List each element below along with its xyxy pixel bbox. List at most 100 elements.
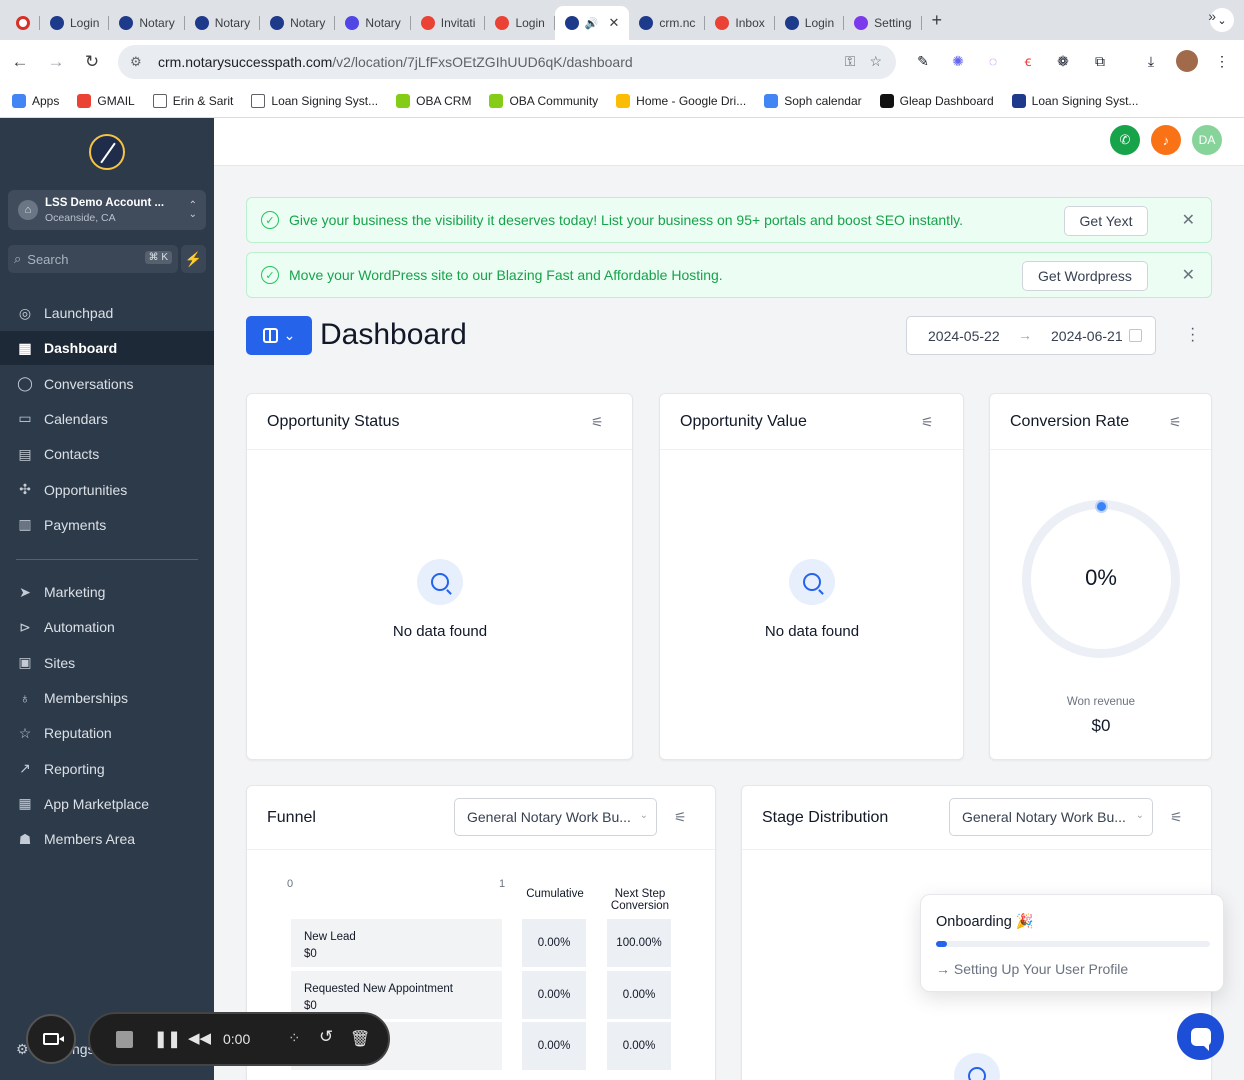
profile-avatar[interactable] — [1176, 50, 1198, 72]
close-tab-icon[interactable]: ✕ — [609, 15, 620, 31]
bookmark-item[interactable]: Home - Google Dri... — [616, 93, 746, 108]
sidebar-item-reporting[interactable]: ↗ Reporting — [0, 752, 214, 786]
sidebar-item-launchpad[interactable]: ◎ Launchpad — [0, 296, 214, 330]
sidebar-item-sites[interactable]: ▣ Sites — [0, 646, 214, 680]
browser-toolbar: ← → ↻ ⚙ crm.notarysuccesspath.com/v2/loc… — [0, 40, 1244, 84]
pipeline-select[interactable]: General Notary Work Bu... ⌄ — [949, 798, 1153, 836]
phone-button[interactable]: ✆ — [1110, 125, 1140, 155]
pipeline-select-value: General Notary Work Bu... — [467, 809, 631, 825]
extension-icon[interactable]: ꞓ — [1017, 50, 1039, 72]
bookmark-item[interactable]: Loan Signing Syst... — [1011, 93, 1138, 108]
sidebar-item-memberships[interactable]: ♁ Memberships — [0, 681, 214, 715]
browser-tab[interactable]: Notary — [185, 8, 261, 38]
bookmark-item[interactable]: Soph calendar — [764, 93, 862, 108]
puzzle-icon[interactable]: ⧉ — [1089, 50, 1111, 72]
sidebar: ⌂ LSS Demo Account ... Oceanside, CA ⌃ ⌄ … — [0, 118, 214, 1080]
video-camera-icon — [43, 1033, 64, 1045]
pipeline-select[interactable]: General Notary Work Bu... ⌄ — [454, 798, 657, 836]
sidebar-item-label: Contacts — [44, 446, 100, 463]
sidebar-item-calendars[interactable]: ▭ Calendars — [0, 402, 214, 436]
browser-tab[interactable]: crm.nc — [629, 8, 706, 38]
browser-tab[interactable] — [6, 8, 40, 38]
password-key-icon[interactable]: ⚿ — [845, 53, 856, 70]
sidebar-item-opportunities[interactable]: ✣ Opportunities — [0, 473, 214, 507]
star-icon: ☆ — [18, 724, 32, 741]
back-button[interactable]: ← — [4, 46, 36, 78]
date-range-picker[interactable]: 2024-05-22 → 2024-06-21 — [906, 316, 1156, 355]
more-options-icon[interactable]: · · · — [1190, 321, 1195, 349]
bookmark-item[interactable]: GMAIL — [77, 93, 135, 108]
contacts-icon: ▤ — [18, 445, 32, 462]
sidebar-item-members-area[interactable]: ☗ Members Area — [0, 822, 214, 856]
eyedropper-extension-icon[interactable]: ✎ — [912, 50, 934, 72]
browser-tab[interactable]: Notary — [260, 8, 336, 38]
bookmark-item[interactable]: Apps — [12, 93, 59, 108]
new-tab-icon[interactable]: + — [922, 10, 953, 31]
download-icon[interactable]: ⤓ — [1140, 50, 1162, 72]
onboarding-step[interactable]: → Setting Up Your User Profile — [936, 961, 1128, 977]
address-bar[interactable]: ⚙ crm.notarysuccesspath.com/v2/location/… — [118, 45, 896, 79]
grid-dots-icon[interactable]: ⁘ — [288, 1029, 301, 1047]
forward-button[interactable]: → — [40, 46, 72, 78]
user-avatar[interactable]: DA — [1192, 125, 1222, 155]
sidebar-item-label: Sites — [44, 654, 76, 671]
browser-tab[interactable]: Login — [40, 8, 110, 38]
sidebar-item-app-marketplace[interactable]: ▦ App Marketplace — [0, 787, 214, 821]
more-vert-icon[interactable]: ⋮ — [1211, 50, 1233, 72]
filter-icon[interactable]: ⚟ — [1170, 809, 1183, 826]
notifications-button[interactable]: ♪ — [1151, 125, 1181, 155]
account-switcher[interactable]: ⌂ LSS Demo Account ... Oceanside, CA ⌃ ⌄ — [8, 190, 206, 230]
browser-tab[interactable]: Invitati — [411, 8, 486, 38]
filter-icon[interactable]: ⚟ — [1169, 414, 1182, 431]
sidebar-item-conversations[interactable]: ◯ Conversations — [0, 367, 214, 401]
browser-tab[interactable]: Notary — [335, 8, 412, 38]
speaker-icon[interactable]: 🔊 — [585, 17, 599, 30]
bookmark-item[interactable]: Gleap Dashboard — [879, 93, 994, 108]
extension-icon[interactable]: ✺ — [947, 50, 969, 72]
get-yext-button[interactable]: Get Yext — [1064, 206, 1148, 236]
sidebar-item-payments[interactable]: ▥ Payments — [0, 508, 214, 542]
chat-widget-button[interactable] — [1177, 1013, 1224, 1060]
recorder-camera-button[interactable] — [26, 1014, 76, 1064]
restart-icon[interactable]: ↺ — [319, 1027, 333, 1047]
extension-icon[interactable]: ❁ — [1052, 50, 1074, 72]
pause-icon[interactable]: ❚❚ — [154, 1029, 181, 1049]
browser-tab[interactable]: Notary — [109, 8, 186, 38]
close-icon[interactable]: ✕ — [1182, 265, 1195, 285]
filter-icon[interactable]: ⚟ — [674, 809, 687, 826]
sidebar-item-automation[interactable]: ⊳ Automation — [0, 610, 214, 644]
dashboard-switcher-button[interactable]: ⌄ — [246, 316, 312, 355]
bookmark-item[interactable]: OBA CRM — [396, 93, 471, 108]
browser-tab[interactable]: Inbox — [705, 8, 776, 38]
bookmark-star-icon[interactable]: ☆ — [869, 53, 882, 70]
browser-tab[interactable]: Login — [775, 8, 845, 38]
bookmark-item[interactable]: Loan Signing Syst... — [251, 93, 378, 108]
close-icon[interactable]: ✕ — [1182, 210, 1195, 230]
trash-icon[interactable]: 🗑 — [350, 1029, 370, 1049]
sidebar-item-dashboard[interactable]: ▦ Dashboard — [0, 331, 214, 366]
get-wordpress-button[interactable]: Get Wordpress — [1022, 261, 1148, 291]
onboarding-widget[interactable]: Onboarding 🎉 → Setting Up Your User Prof… — [920, 894, 1224, 992]
site-icon — [1011, 93, 1026, 108]
tab-active[interactable]: 🔊 ✕ — [554, 6, 630, 40]
sidebar-item-contacts[interactable]: ▤ Contacts — [0, 437, 214, 471]
site-info-icon[interactable]: ⚙ — [130, 54, 148, 70]
sidebar-item-marketing[interactable]: ➤ Marketing — [0, 575, 214, 609]
stop-icon[interactable] — [116, 1031, 133, 1048]
sidebar-item-reputation[interactable]: ☆ Reputation — [0, 716, 214, 750]
calendar-icon — [764, 93, 779, 108]
chevron-double-right-icon[interactable]: » — [1208, 8, 1216, 24]
search-input[interactable]: ⌕ Search ⌘ K — [8, 245, 178, 273]
rewind-icon[interactable]: ◀◀ — [188, 1029, 211, 1047]
browser-tab[interactable]: Login — [485, 8, 556, 38]
bookmark-item[interactable]: Erin & Sarit — [152, 93, 233, 108]
filter-icon[interactable]: ⚟ — [591, 414, 604, 431]
gmail-icon — [77, 93, 92, 108]
browser-tab[interactable]: Setting — [844, 8, 922, 38]
quick-actions-button[interactable]: ⚡ — [181, 245, 206, 273]
app-logo[interactable] — [89, 134, 125, 170]
bookmark-item[interactable]: OBA Community — [489, 93, 598, 108]
reload-button[interactable]: ↻ — [76, 46, 108, 78]
extension-icon[interactable]: ◌ — [982, 50, 1004, 72]
filter-icon[interactable]: ⚟ — [921, 414, 934, 431]
